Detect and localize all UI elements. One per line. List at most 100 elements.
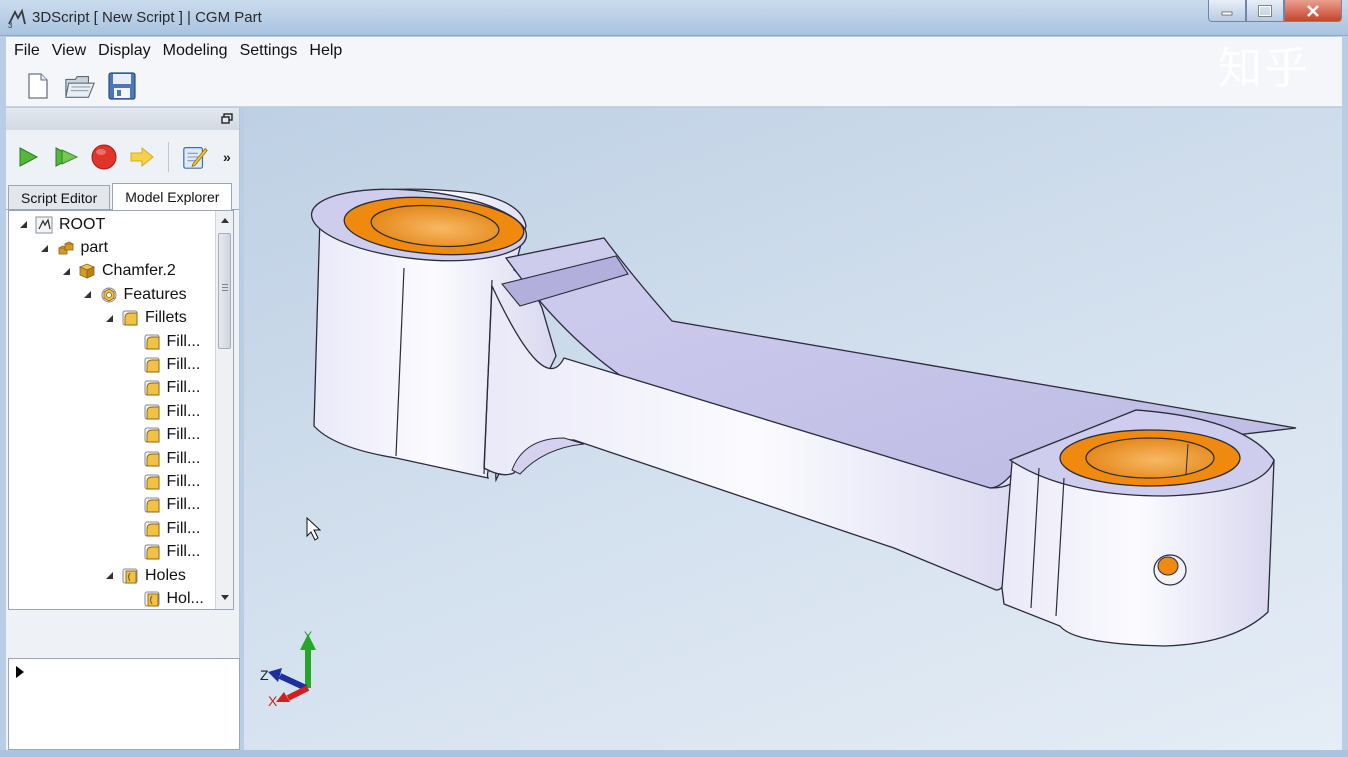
root-icon: [35, 216, 53, 234]
features-icon: [100, 286, 118, 304]
menu-display[interactable]: Display: [92, 42, 156, 60]
ds-logo-icon: 3: [8, 8, 26, 29]
tree-node[interactable]: Fill...: [9, 470, 213, 493]
expand-toggle-icon[interactable]: [103, 312, 115, 324]
run-step-icon: [55, 147, 79, 167]
connecting-rod-model[interactable]: [308, 180, 1297, 647]
left-panel: » Script Editor Model Explorer ROOT part C…: [6, 108, 240, 750]
save-button[interactable]: [106, 70, 138, 102]
tree-node-label: Fill...: [166, 332, 201, 350]
next-arrow-icon: [130, 146, 154, 168]
expand-toggle-icon[interactable]: [60, 265, 72, 277]
menu-help[interactable]: Help: [303, 42, 348, 60]
stop-icon: [91, 144, 117, 170]
menu-view[interactable]: View: [46, 42, 92, 60]
tree-node[interactable]: Fill...: [9, 447, 213, 470]
tree-node[interactable]: Fill...: [9, 424, 213, 447]
tab-script-editor[interactable]: Script Editor: [8, 185, 111, 209]
menu-settings[interactable]: Settings: [234, 42, 304, 60]
fillet-icon: [143, 379, 161, 397]
prompt-arrow-icon: [16, 666, 24, 678]
part-icon: [57, 239, 75, 257]
tree-node-label: part: [80, 239, 109, 257]
tree-node-label: Fill...: [166, 543, 201, 561]
hole-icon: [121, 567, 139, 585]
tree-node-label: ROOT: [59, 215, 106, 233]
maximize-button[interactable]: [1246, 0, 1284, 22]
tree-node[interactable]: Fill...: [9, 494, 213, 517]
restore-panel-icon[interactable]: [221, 113, 233, 124]
fillet-icon: [121, 309, 139, 327]
scroll-thumb[interactable]: [218, 233, 231, 349]
fillet-icon: [143, 403, 161, 421]
minimize-button[interactable]: [1208, 0, 1246, 22]
tree-node-label: Fill...: [166, 472, 201, 490]
tree-node[interactable]: Fill...: [9, 330, 213, 353]
open-folder-button[interactable]: [64, 70, 96, 102]
tree-node-label: Fill...: [166, 449, 201, 467]
scroll-down-icon[interactable]: [219, 592, 231, 604]
panel-header: [6, 108, 239, 130]
mouse-cursor-icon: [306, 516, 322, 541]
menu-bar: File View Display Modeling Settings Help: [6, 37, 1342, 65]
tree-node-label: Fill...: [166, 402, 201, 420]
viewport-canvas: Y Z X: [260, 180, 1297, 709]
axis-z-label: Z: [260, 667, 269, 683]
console-panel[interactable]: [8, 658, 240, 750]
axis-x-label: X: [268, 693, 278, 709]
tree-node[interactable]: Holes: [9, 564, 213, 587]
tab-model-explorer[interactable]: Model Explorer: [112, 183, 233, 210]
tree-node[interactable]: Fill...: [9, 400, 213, 423]
scroll-up-icon[interactable]: [219, 214, 231, 226]
panel-tabs: Script Editor Model Explorer: [6, 183, 239, 210]
menu-modeling[interactable]: Modeling: [157, 42, 234, 60]
tree-node[interactable]: Features: [9, 283, 213, 306]
next-arrow-button[interactable]: [128, 143, 156, 171]
tree-node[interactable]: Fill...: [9, 517, 213, 540]
tree-node[interactable]: ROOT: [9, 213, 213, 236]
toolbar-separator: [168, 142, 169, 172]
stop-button[interactable]: [90, 143, 118, 171]
fillet-icon: [143, 333, 161, 351]
tree-node[interactable]: Chamfer.2: [9, 260, 213, 283]
tree-node[interactable]: Fillets: [9, 307, 213, 330]
tree-node-label: Fill...: [166, 356, 201, 374]
more-chevron-icon[interactable]: »: [223, 149, 231, 165]
maximize-icon: [1258, 4, 1272, 17]
run-icon: [19, 147, 39, 167]
fillet-icon: [143, 473, 161, 491]
edit-script-icon: [183, 147, 208, 169]
new-file-icon: [28, 72, 48, 99]
expand-toggle-icon[interactable]: [17, 219, 29, 231]
save-disk-icon: [108, 71, 136, 100]
tree-node-label: Fill...: [166, 496, 201, 514]
expand-toggle-icon[interactable]: [39, 242, 51, 254]
axis-y-label: Y: [304, 629, 312, 643]
3d-viewport[interactable]: Y Z X: [244, 108, 1342, 750]
minimize-icon: [1221, 11, 1233, 15]
fillet-icon: [143, 520, 161, 538]
tree-node-label: Fill...: [166, 379, 201, 397]
body-cube-icon: [78, 262, 96, 280]
tree-node[interactable]: Fill...: [9, 377, 213, 400]
close-button[interactable]: [1284, 0, 1342, 22]
window-bottom-border: [0, 750, 1348, 757]
run-step-button[interactable]: [52, 143, 80, 171]
tree-node[interactable]: Hol...: [9, 587, 213, 609]
hole-icon: [143, 590, 161, 608]
expand-toggle-icon[interactable]: [103, 570, 115, 582]
run-button[interactable]: [14, 143, 42, 171]
tree-node-label: Hol...: [166, 589, 204, 607]
edit-script-button[interactable]: [181, 143, 209, 171]
expand-toggle-icon[interactable]: [82, 289, 94, 301]
tree-scrollbar[interactable]: [215, 211, 233, 609]
new-file-button[interactable]: [22, 70, 54, 102]
script-toolbar: »: [6, 130, 239, 184]
tree-node[interactable]: Fill...: [9, 540, 213, 563]
tree-node[interactable]: part: [9, 236, 213, 259]
tree-node-label: Holes: [145, 566, 186, 584]
close-icon: [1307, 4, 1319, 17]
tree-node[interactable]: Fill...: [9, 353, 213, 376]
tree-node-label: Fill...: [166, 519, 201, 537]
menu-file[interactable]: File: [8, 42, 46, 60]
